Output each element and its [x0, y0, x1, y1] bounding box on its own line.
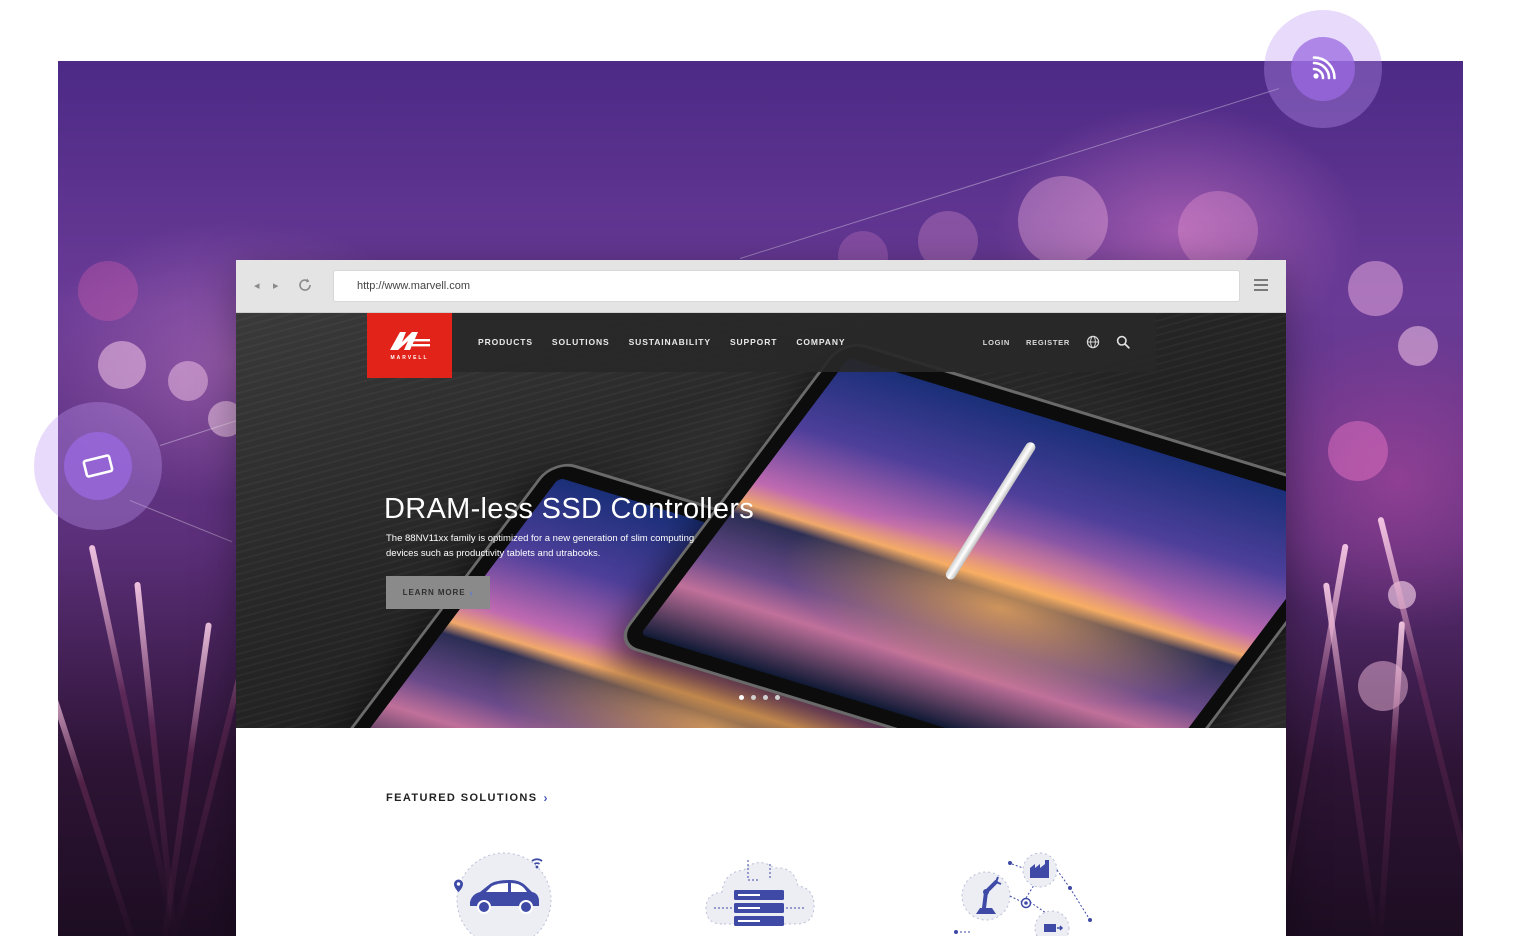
fiber-strand	[1377, 516, 1463, 926]
back-arrow-icon[interactable]: ◂	[254, 279, 260, 293]
chevron-right-icon: ›	[543, 791, 548, 805]
wifi-icon	[1312, 56, 1336, 80]
featured-solutions-heading[interactable]: FEATURED SOLUTIONS ›	[386, 791, 548, 805]
learn-more-label: LEARN MORE	[402, 588, 466, 597]
reload-icon[interactable]	[297, 277, 313, 293]
hero-banner: MARVELL PRODUCTS SOLUTIONS SUSTAINABILIT…	[236, 313, 1286, 728]
nav-support[interactable]: SUPPORT	[730, 337, 777, 347]
carousel-dot[interactable]	[763, 695, 768, 700]
hamburger-menu-icon[interactable]	[1254, 279, 1268, 291]
connected-car-icon[interactable]	[446, 850, 556, 936]
bokeh-light	[1398, 326, 1438, 366]
nav-solutions[interactable]: SOLUTIONS	[552, 337, 610, 347]
nav-sustainability[interactable]: SUSTAINABILITY	[629, 337, 711, 347]
carousel-dot[interactable]	[775, 695, 780, 700]
featured-solutions-title: FEATURED SOLUTIONS	[386, 792, 538, 804]
carousel-dot[interactable]	[739, 695, 744, 700]
nav-products[interactable]: PRODUCTS	[478, 337, 533, 347]
showcase-stage: ◂ ▸ http://www.marvell.com MARVELL PRODU…	[0, 0, 1521, 936]
register-link[interactable]: REGISTER	[1026, 338, 1070, 347]
cloud-server-icon[interactable]	[700, 852, 820, 936]
hero-title: DRAM-less SSD Controllers	[384, 493, 755, 525]
learn-more-button[interactable]: LEARN MORE ›	[386, 576, 490, 609]
wifi-bubble-core	[1291, 37, 1355, 101]
bokeh-light	[78, 261, 138, 321]
url-text: http://www.marvell.com	[357, 280, 471, 292]
bokeh-light	[1018, 176, 1108, 266]
bokeh-light	[1178, 191, 1258, 271]
search-icon[interactable]	[1116, 335, 1130, 349]
site-navbar: MARVELL PRODUCTS SOLUTIONS SUSTAINABILIT…	[367, 313, 1156, 378]
browser-window: ◂ ▸ http://www.marvell.com MARVELL PRODU…	[236, 260, 1286, 936]
tablet-bubble-core	[64, 432, 132, 500]
carousel-dots	[739, 695, 780, 700]
chevron-right-icon: ›	[469, 587, 474, 598]
nav-company[interactable]: COMPANY	[796, 337, 845, 347]
tablet-image-front	[612, 338, 1286, 728]
industrial-iot-icon[interactable]	[952, 850, 1096, 936]
main-nav: PRODUCTS SOLUTIONS SUSTAINABILITY SUPPOR…	[478, 337, 845, 347]
login-link[interactable]: LOGIN	[983, 338, 1010, 347]
forward-arrow-icon[interactable]: ▸	[273, 279, 279, 293]
globe-icon[interactable]	[1086, 335, 1100, 349]
bokeh-light	[98, 341, 146, 389]
bokeh-light	[168, 361, 208, 401]
address-bar[interactable]: http://www.marvell.com	[333, 270, 1240, 302]
nav-utilities: LOGIN REGISTER	[983, 335, 1130, 349]
hero-subtitle: The 88NV11xx family is optimized for a n…	[386, 533, 695, 559]
bokeh-light	[1328, 421, 1388, 481]
carousel-dot[interactable]	[751, 695, 756, 700]
browser-toolbar: ◂ ▸ http://www.marvell.com	[236, 260, 1286, 313]
tablet-icon	[82, 454, 114, 478]
marvell-logo[interactable]: MARVELL	[367, 313, 452, 378]
bokeh-light	[1348, 261, 1403, 316]
fiber-strand	[88, 544, 174, 918]
fiber-strand	[1322, 582, 1380, 936]
logo-wordmark: MARVELL	[390, 355, 429, 361]
marvell-logo-mark	[389, 332, 430, 350]
